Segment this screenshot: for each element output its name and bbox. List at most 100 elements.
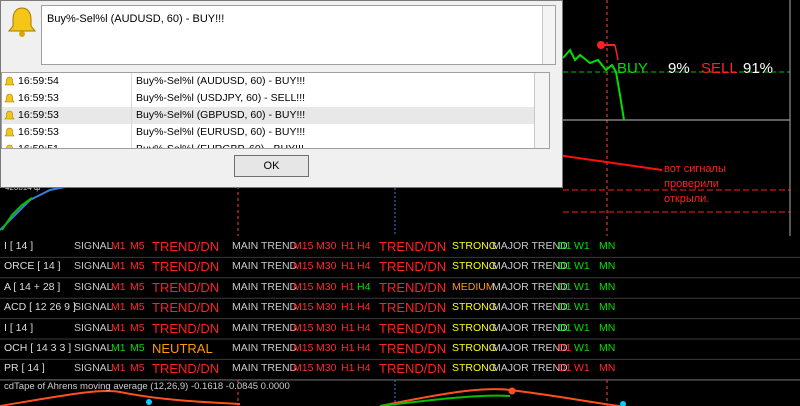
tf-m1: M1 [111,240,126,252]
tf-m30: M30 [316,321,337,334]
tf-w1: W1 [574,342,590,354]
trend-main: TREND/DN [379,259,447,275]
main-trend-label: MAIN TREND [232,301,298,314]
list-item[interactable]: 16:59:54 Buy%-Sel%l (AUDUSD, 60) - BUY!!! [2,73,535,90]
tf-m1: M1 [111,301,126,314]
tf-mn: MN [599,301,616,314]
table-row: I [ 14 ] SIGNAL M1 M5 TREND/DN MAIN TREND M15 M… [0,238,800,255]
strength-label: STRONG [452,362,497,375]
major-trend-label: MAJOR TREND [492,342,568,354]
buy-label: BUY [617,60,648,77]
tf-m15: M15 [293,362,314,375]
trend-short: TREND/DN [152,239,220,254]
buy-percent: 9% [668,60,690,77]
tf-d1: D1 [558,321,572,334]
bell-icon [4,93,15,103]
indicator-name: OCH [ 14 3 3 ] [4,342,72,354]
column-divider [131,73,132,90]
table-row: ACD [ 12 26 9 ] SIGNAL M1 M5 TREND/DN MAIN TR… [0,299,800,316]
major-trend-label: MAJOR TREND [492,260,568,273]
list-scrollbar[interactable] [534,73,549,148]
indicator-name: I [ 14 ] [4,240,34,252]
table-row: A [ 14 + 28 ] SIGNAL M1 M5 TREND/DN MAIN TREN… [0,279,800,296]
major-trend-label: MAJOR TREND [492,362,568,375]
table-row: PR [ 14 ] SIGNAL M1 M5 TREND/DN MAIN TREND M15… [0,360,800,377]
tf-m5: M5 [130,260,145,273]
tf-m15: M15 [293,260,314,273]
alert-dialog: Buy%-Sel%l (AUDUSD, 60) - BUY!!! 16:59:5… [0,0,563,188]
tf-h4: H4 [357,342,371,354]
major-trend-label: MAJOR TREND [492,240,568,252]
tf-mn: MN [599,342,616,354]
tf-h4: H4 [357,362,371,375]
signal-label: SIGNAL [74,301,113,314]
trend-main: TREND/DN [379,279,447,295]
tf-h1: H1 [341,342,355,354]
strength-label: MEDIUM [452,280,495,293]
tf-m1: M1 [111,260,126,273]
trend-short: TREND/DN [152,361,220,377]
alert-message: Buy%-Sel%l (AUDUSD, 60) - BUY!!! [47,13,225,25]
tf-w1: W1 [574,301,590,314]
tf-h4: H4 [357,280,371,293]
trend-short: TREND/DN [152,300,220,316]
annotation-text: вот сигналы проверили открыли. [664,163,726,205]
tf-h4: H4 [357,240,371,252]
list-item[interactable]: 16:59:53 Buy%-Sel%l (USDJPY, 60) - SELL!!… [2,90,535,107]
trend-main: TREND/DN [379,300,447,316]
tf-m5: M5 [130,240,145,252]
column-divider [131,141,132,148]
trend-short: NEUTRAL [152,341,213,356]
strength-label: STRONG [452,342,497,354]
signal-label: SIGNAL [74,280,113,293]
ok-button[interactable]: OK [234,155,309,177]
strength-label: STRONG [452,260,497,273]
main-trend-label: MAIN TREND [232,240,298,252]
major-trend-label: MAJOR TREND [492,321,568,334]
tf-m1: M1 [111,342,126,354]
trend-short: TREND/DN [152,320,220,336]
tf-mn: MN [599,260,616,273]
alert-time: 16:59:53 [18,126,59,138]
alert-time: 16:59:54 [18,75,59,87]
tf-h1: H1 [341,321,355,334]
tf-d1: D1 [558,362,572,375]
bell-icon [4,76,15,86]
oscillator-label: cdTape of Ahrens moving average (12,26,9… [4,381,290,392]
tf-m5: M5 [130,301,145,314]
tf-w1: W1 [574,362,590,375]
major-trend-label: MAJOR TREND [492,280,568,293]
message-scrollbar[interactable] [542,6,555,64]
tf-w1: W1 [574,321,590,334]
indicator-name: A [ 14 + 28 ] [4,280,61,293]
list-item[interactable]: 16:59:53 Buy%-Sel%l (GBPUSD, 60) - BUY!!! [2,107,535,124]
tf-m1: M1 [111,362,126,375]
table-row: I [ 14 ] SIGNAL M1 M5 TREND/DN MAIN TREND M15 M… [0,320,800,337]
tf-d1: D1 [558,240,572,252]
trend-short: TREND/DN [152,279,220,295]
trend-main: TREND/DN [379,320,447,336]
list-item[interactable]: 16:59:53 Buy%-Sel%l (EURUSD, 60) - BUY!!! [2,124,535,141]
tf-h4: H4 [357,260,371,273]
tf-m15: M15 [293,301,314,314]
tf-m30: M30 [316,240,337,252]
tf-w1: W1 [574,280,590,293]
tf-m1: M1 [111,321,126,334]
trend-main: TREND/DN [379,361,447,377]
tf-h4: H4 [357,321,371,334]
tf-m5: M5 [130,362,145,375]
main-trend-label: MAIN TREND [232,260,298,273]
bell-icon [4,127,15,137]
tf-d1: D1 [558,301,572,314]
tf-h1: H1 [341,240,355,252]
indicator-name: PR [ 14 ] [4,362,45,375]
tf-d1: D1 [558,280,572,293]
tf-h1: H1 [341,260,355,273]
strength-label: STRONG [452,321,497,334]
list-item[interactable]: 16:59:51 Buy%-Sel%l (EURGBP, 60) - BUY!!! [2,141,535,149]
indicator-name: ACD [ 12 26 9 ] [4,301,76,314]
column-divider [131,107,132,124]
alert-text: Buy%-Sel%l (EURGBP, 60) - BUY!!! [136,143,304,149]
tf-m15: M15 [293,321,314,334]
main-trend-label: MAIN TREND [232,321,298,334]
